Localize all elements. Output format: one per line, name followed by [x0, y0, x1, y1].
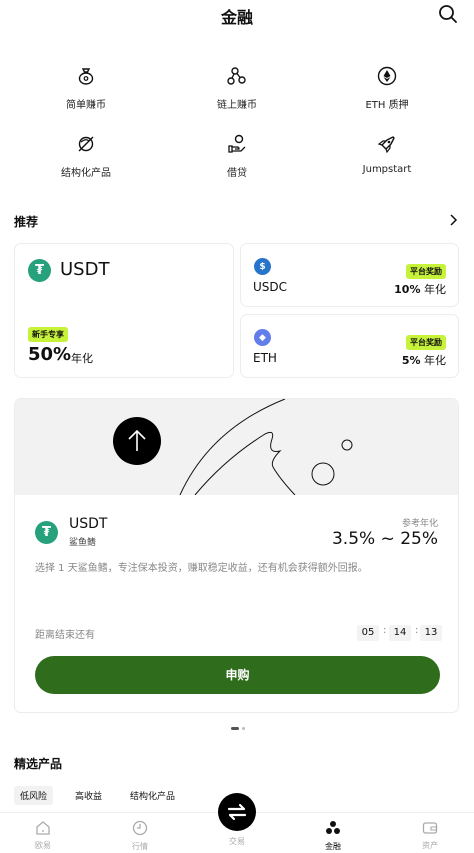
product-description: 选择 1 天鲨鱼鳍，专注保本投资，赚取稳定收益，还有机会获得额外回报。 [35, 563, 368, 574]
quick-label: Jumpstart [362, 164, 412, 175]
nav-label: 欧易 [35, 841, 51, 850]
usdt-coin-icon: ₮ [35, 521, 58, 544]
filter-chip-structured[interactable]: 结构化产品 [124, 786, 181, 805]
apy-rate: 50% [28, 344, 72, 365]
time-separator: : [415, 625, 419, 636]
quick-jumpstart[interactable]: Jumpstart [312, 133, 462, 175]
countdown-label: 距离结束还有 [35, 630, 95, 641]
product-coin: USDT [69, 516, 108, 532]
trade-swap-icon[interactable] [218, 793, 256, 831]
usdt-coin-icon: ₮ [28, 259, 51, 282]
banner-illustration [15, 399, 458, 495]
nav-item-finance[interactable]: 金融 [286, 820, 380, 852]
filter-chip-low-risk[interactable]: 低风险 [14, 786, 54, 805]
shuffle-icon [78, 136, 94, 152]
nav-item-market[interactable]: 行情 [93, 820, 187, 852]
apy-unit: 年化 [71, 352, 93, 365]
page-title: 金融 [220, 8, 253, 27]
nodes-icon [227, 67, 246, 85]
finance-icon [326, 821, 340, 834]
quick-simple-earn[interactable]: 简单赚币 [11, 65, 161, 111]
coin-name: ETH [253, 351, 277, 365]
market-icon [132, 820, 148, 836]
new-user-tag: 新手专享 [28, 327, 68, 342]
product-subtitle: 鲨鱼鳍 [69, 538, 97, 548]
coin-name: USDC [253, 280, 288, 294]
home-icon [36, 821, 50, 835]
filter-chip-high-yield[interactable]: 高收益 [69, 786, 108, 805]
recommend-card-usdt[interactable]: ₮ USDT 新手专享 50% 年化 [14, 243, 234, 378]
subscribe-button[interactable]: 申购 [35, 656, 440, 694]
nav-item-home[interactable]: 欧易 [0, 820, 90, 851]
nav-label: 行情 [132, 842, 148, 851]
quick-label: 链上赚币 [217, 100, 257, 111]
countdown-minutes: 14 [389, 625, 411, 641]
quick-label: 简单赚币 [66, 100, 106, 111]
featured-title: 精选产品 [14, 757, 63, 771]
nav-label: 交易 [229, 837, 245, 846]
recommend-card-usdc[interactable]: $ USDC 平台奖励 10% 年化 [240, 243, 459, 307]
recommend-title: 推荐 [14, 215, 39, 229]
ethereum-icon [377, 66, 397, 86]
wallet-icon [422, 822, 438, 834]
quick-label: ETH 质押 [365, 100, 409, 111]
chevron-right-icon[interactable] [448, 213, 458, 227]
quick-structured[interactable]: 结构化产品 [11, 133, 161, 179]
coin-name: USDT [60, 259, 110, 280]
ref-apy-rate: 3.5% ~ 25% [331, 529, 438, 549]
nav-label: 金融 [325, 842, 341, 851]
recommend-card-eth[interactable]: ◆ ETH 平台奖励 5% 年化 [240, 314, 459, 378]
search-icon[interactable] [438, 4, 458, 24]
countdown-hours: 05 [357, 625, 379, 641]
apy: 10% 年化 [394, 283, 446, 296]
platform-reward-tag: 平台奖励 [406, 335, 446, 350]
platform-reward-tag: 平台奖励 [406, 264, 446, 279]
usdc-coin-icon: $ [254, 258, 271, 275]
time-separator: : [383, 625, 387, 636]
eth-coin-icon: ◆ [254, 329, 271, 346]
quick-onchain-earn[interactable]: 链上赚币 [162, 65, 312, 111]
pager-dot [242, 727, 245, 730]
quick-loan[interactable]: 借贷 [162, 133, 312, 179]
pager-dot-active [231, 727, 239, 730]
nav-label: 资产 [422, 841, 438, 850]
quick-label: 借贷 [227, 168, 247, 179]
quick-eth-staking[interactable]: ETH 质押 [312, 65, 462, 111]
nav-item-assets[interactable]: 资产 [383, 820, 474, 851]
quick-label: 结构化产品 [61, 168, 111, 179]
hand-coin-icon [228, 134, 246, 153]
rocket-icon [377, 136, 395, 154]
apy: 5% 年化 [401, 354, 446, 367]
countdown-seconds: 13 [420, 625, 442, 641]
ref-apy-label: 参考年化 [401, 519, 438, 529]
money-bag-icon [78, 68, 94, 85]
product-banner-card[interactable]: ₮ USDT 鲨鱼鳍 参考年化 3.5% ~ 25% 选择 1 天鲨鱼鳍，专注保… [14, 398, 459, 713]
arrow-up-icon [113, 417, 161, 465]
